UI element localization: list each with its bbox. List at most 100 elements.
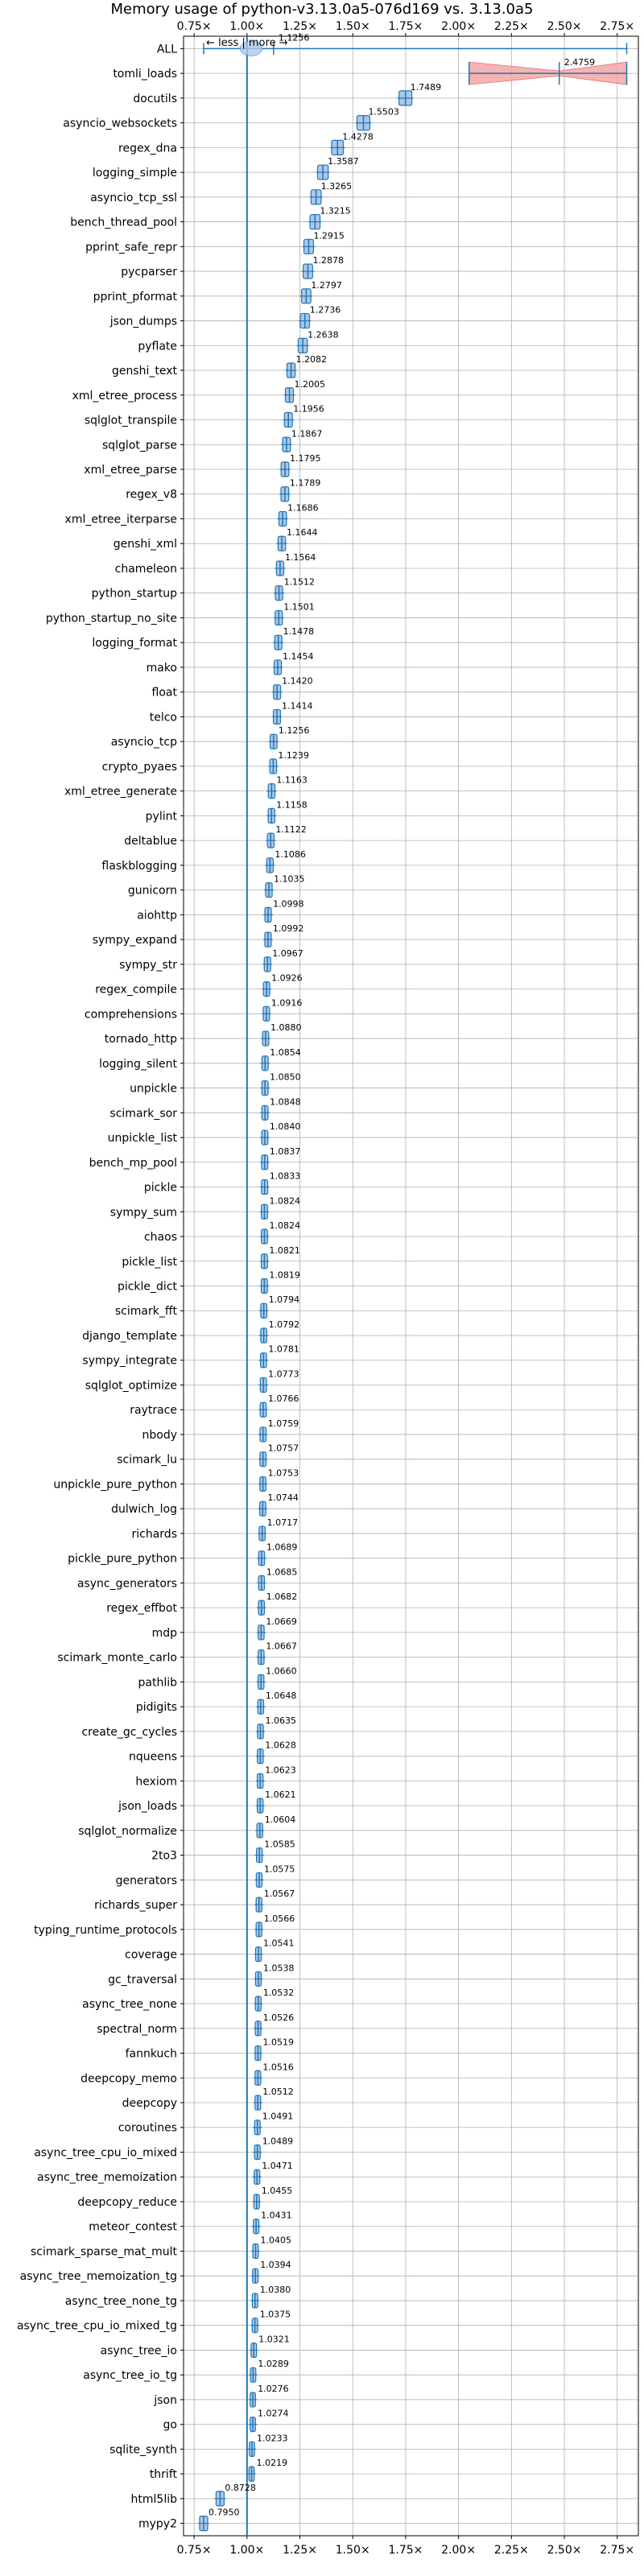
- x-tick-label-top: 2.75×: [600, 20, 634, 33]
- labels: 0.75× 0.75× 1.00× 1.00× 1.25× 1.25× 1.50× 1.50×…: [17, 20, 634, 2557]
- category-label: async_tree_memoization: [37, 2171, 177, 2184]
- value-label: 1.0274: [258, 2409, 289, 2419]
- value-label: 1.0604: [265, 1814, 296, 1825]
- value-label: 1.0491: [262, 2112, 294, 2122]
- category-label: meteor_contest: [89, 2221, 177, 2234]
- value-label: 1.0685: [266, 1567, 298, 1577]
- value-label: 1.0773: [268, 1368, 299, 1379]
- category-label: raytrace: [130, 1404, 177, 1417]
- value-label: 1.0219: [257, 2458, 288, 2468]
- value-label: 1.0532: [263, 1988, 295, 1998]
- category-label: flaskblogging: [101, 860, 177, 873]
- value-label: 1.0538: [263, 1963, 295, 1973]
- category-label: generators: [116, 1874, 177, 1887]
- category-label: logging_simple: [93, 167, 177, 180]
- value-label: 0.8728: [225, 2483, 256, 2493]
- chart-container: Memory usage of python-v3.13.0a5-076d169…: [0, 0, 644, 2576]
- x-tick-label-top: 1.75×: [388, 20, 423, 33]
- value-label: 1.1420: [282, 676, 313, 687]
- category-label: bench_thread_pool: [70, 217, 177, 229]
- category-label: sqlglot_parse: [102, 439, 177, 452]
- category-label: async_tree_none_tg: [65, 2295, 177, 2308]
- x-tick-label-bottom: 2.50×: [547, 2544, 582, 2557]
- category-label: crypto_pyaes: [102, 761, 177, 774]
- value-label: 1.2736: [310, 305, 341, 316]
- category-label: logging_format: [92, 637, 177, 650]
- value-label: 1.0233: [257, 2433, 288, 2443]
- category-label: regex_dna: [118, 142, 177, 155]
- x-tick-label-bottom: 2.00×: [441, 2544, 476, 2557]
- x-tick-label-bottom: 1.25×: [283, 2544, 317, 2557]
- value-label: 1.0623: [265, 1765, 296, 1775]
- value-label: 1.0848: [270, 1096, 301, 1107]
- x-tick-label-bottom: 1.50×: [336, 2544, 370, 2557]
- category-label: sqlite_synth: [109, 2443, 177, 2456]
- value-label: 1.1795: [290, 453, 321, 464]
- value-label: 1.0516: [262, 2062, 294, 2072]
- value-label: 1.2638: [308, 329, 339, 340]
- category-label: gc_traversal: [108, 1973, 177, 1986]
- value-label: 1.0967: [272, 948, 303, 959]
- category-label: spectral_norm: [97, 2023, 177, 2036]
- direction-hint: ← less | more →: [206, 37, 288, 49]
- x-tick-label-bottom: 2.25×: [494, 2544, 529, 2557]
- value-label: 1.1644: [287, 527, 318, 538]
- value-label: 1.0926: [271, 973, 303, 984]
- value-label: 1.0585: [264, 1839, 295, 1850]
- value-label: 1.0431: [261, 2211, 292, 2221]
- category-label: deepcopy: [122, 2097, 177, 2110]
- value-label: 1.0621: [265, 1790, 296, 1800]
- value-label: 1.1454: [283, 651, 314, 662]
- category-label: sympy_expand: [93, 934, 177, 947]
- category-label: chameleon: [115, 563, 177, 576]
- value-label: 1.1414: [282, 700, 313, 711]
- value-label: 1.2005: [295, 379, 326, 390]
- value-label: 1.1163: [276, 775, 308, 786]
- value-label: 1.0394: [260, 2260, 291, 2270]
- category-label: pickle: [144, 1182, 177, 1195]
- value-label: 1.0648: [266, 1690, 297, 1701]
- category-label: pprint_pformat: [93, 291, 178, 303]
- category-label: sympy_str: [119, 959, 177, 972]
- value-label: 1.3265: [321, 181, 353, 192]
- value-label: 1.2797: [311, 280, 342, 291]
- category-label: unpickle: [130, 1083, 177, 1096]
- value-label: 0.7950: [208, 2508, 240, 2518]
- value-label: 1.0757: [268, 1443, 299, 1454]
- chart-title: Memory usage of python-v3.13.0a5-076d169…: [111, 1, 534, 18]
- memory-usage-chart: Memory usage of python-v3.13.0a5-076d169…: [17, 1, 639, 2557]
- value-label: 1.0289: [258, 2359, 289, 2369]
- category-label: django_template: [82, 1330, 177, 1343]
- category-label: async_tree_none: [82, 1998, 177, 2011]
- value-label: 2.4759: [564, 57, 596, 68]
- category-label: scimark_fft: [115, 1305, 178, 1318]
- category-label: nqueens: [129, 1751, 177, 1764]
- x-tick-label-top: 1.00×: [229, 20, 264, 33]
- value-label: 1.1035: [274, 874, 305, 885]
- value-label: 1.0819: [269, 1270, 300, 1281]
- value-label: 1.0375: [260, 2310, 291, 2320]
- value-label: 1.0321: [258, 2334, 290, 2344]
- x-tick-label-top: 2.50×: [547, 20, 582, 33]
- value-label: 1.1086: [275, 849, 306, 860]
- value-label: 1.0380: [260, 2285, 291, 2295]
- value-label: 1.0916: [271, 997, 303, 1008]
- category-label: deepcopy_reduce: [77, 2196, 177, 2209]
- category-label: pprint_safe_repr: [85, 241, 177, 254]
- value-label: 1.0781: [268, 1344, 299, 1355]
- category-label: async_generators: [77, 1577, 177, 1590]
- category-label: ALL: [157, 43, 177, 56]
- category-label: nbody: [142, 1429, 178, 1442]
- category-label: async_tree_cpu_io_mixed_tg: [17, 2320, 177, 2333]
- value-label: 1.0850: [270, 1072, 301, 1083]
- category-label: scimark_sor: [109, 1107, 177, 1120]
- category-label: dulwich_log: [111, 1503, 177, 1516]
- category-label: telco: [150, 711, 177, 724]
- category-label: typing_runtime_protocols: [34, 1924, 177, 1937]
- value-label: 1.1564: [285, 552, 316, 563]
- value-label: 1.0833: [270, 1171, 301, 1182]
- value-label: 1.0682: [266, 1591, 298, 1602]
- category-label: sqlglot_transpile: [85, 415, 177, 427]
- category-label: hexiom: [135, 1775, 177, 1788]
- value-label: 1.3215: [320, 206, 351, 217]
